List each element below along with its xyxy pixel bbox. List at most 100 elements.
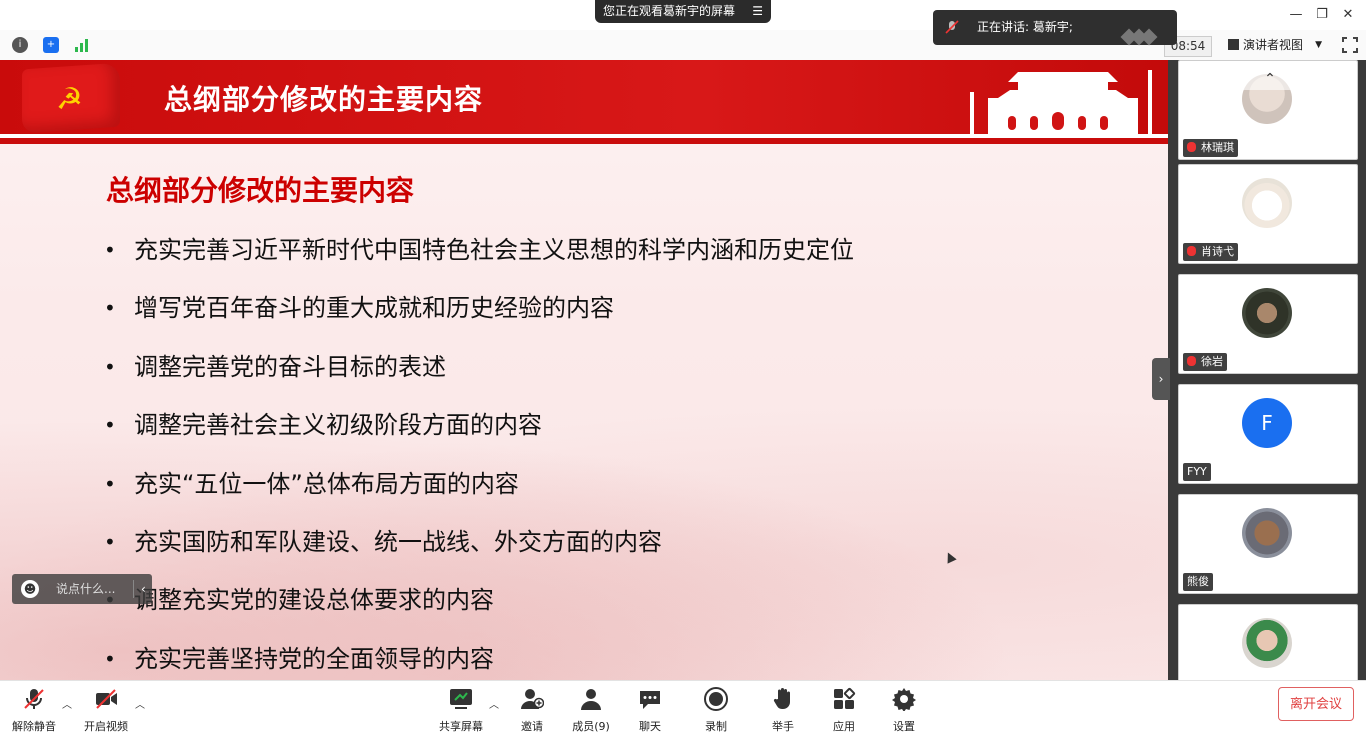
- collapse-panel-button[interactable]: ›: [1152, 358, 1170, 400]
- record-label: 录制: [705, 720, 727, 733]
- bullet-item: 调整完善党的奋斗目标的表述: [104, 349, 854, 407]
- avatar: [1242, 508, 1292, 558]
- bullet-item: 充实国防和军队建设、统一战线、外交方面的内容: [104, 524, 854, 582]
- participant-name: FYY: [1187, 465, 1207, 478]
- meeting-controls: 解除静音 ︿ 开启视频 ︿ 共享屏幕 ︿ 邀请 成员(9) 聊天 录制 举手 应…: [0, 680, 1366, 733]
- share-screen-button[interactable]: 共享屏幕: [433, 685, 489, 733]
- participant-name: 徐岩: [1201, 355, 1223, 368]
- bullet-item: 充实完善习近平新时代中国特色社会主义思想的科学内涵和历史定位: [104, 232, 854, 290]
- invite-label: 邀请: [521, 720, 543, 733]
- settings-button[interactable]: 设置: [876, 685, 932, 733]
- participant-name: 肖诗弋: [1201, 245, 1234, 258]
- invite-button[interactable]: 邀请: [504, 685, 560, 733]
- fullscreen-icon[interactable]: [1342, 37, 1358, 53]
- hand-icon: [773, 688, 790, 709]
- speaker-indicator: 正在讲话: 葛新宇;: [933, 10, 1177, 46]
- chevron-down-icon: ▼: [1315, 40, 1322, 50]
- chevron-up-icon[interactable]: ︿: [135, 696, 145, 711]
- slide-subtitle: 总纲部分修改的主要内容: [106, 174, 415, 207]
- muted-mic-icon: [1187, 142, 1196, 152]
- shared-screen: ☭ 总纲部分修改的主要内容 总纲部分修改的主要内容 充实完善习近平新时代中国特色…: [0, 60, 1168, 680]
- viewing-banner[interactable]: 您正在观看葛新宇的屏幕 ☰: [595, 0, 771, 23]
- avatar: [1242, 288, 1292, 338]
- participant-tile[interactable]: 熊俊: [1178, 494, 1358, 594]
- participant-tile[interactable]: F FYY: [1178, 384, 1358, 484]
- bullet-item: 充实完善坚持党的全面领导的内容: [104, 641, 854, 680]
- chevron-up-icon[interactable]: ︿: [62, 696, 72, 711]
- slide-header-title: 总纲部分修改的主要内容: [164, 83, 484, 116]
- start-video-button[interactable]: 开启视频: [78, 685, 134, 733]
- chevron-left-icon[interactable]: ‹: [141, 574, 146, 604]
- view-label: 演讲者视图: [1243, 38, 1304, 52]
- members-label: 成员(9): [572, 720, 610, 733]
- bullet-item: 增写党百年奋斗的重大成就和历史经验的内容: [104, 290, 854, 348]
- divider: [133, 580, 134, 598]
- signal-icon[interactable]: [74, 37, 90, 53]
- shield-icon[interactable]: +: [43, 37, 59, 53]
- muted-mic-icon: [1187, 356, 1196, 366]
- participant-name-tag: FYY: [1183, 463, 1211, 481]
- avatar: [1242, 618, 1292, 668]
- chat-label: 聊天: [639, 720, 661, 733]
- members-button[interactable]: 成员(9): [563, 685, 619, 733]
- muted-mic-icon: [945, 20, 959, 34]
- muted-mic-icon: [24, 689, 44, 709]
- participant-tile[interactable]: 肖诗弋: [1178, 164, 1358, 264]
- hammer-sickle-icon: ☭: [56, 82, 83, 117]
- minimize-icon[interactable]: —: [1284, 5, 1308, 25]
- chevron-up-icon[interactable]: ︿: [489, 696, 499, 711]
- participant-name-tag: 徐岩: [1183, 353, 1227, 371]
- participant-tile[interactable]: 徐岩: [1178, 274, 1358, 374]
- start-video-label: 开启视频: [84, 720, 128, 733]
- raise-hand-button[interactable]: 举手: [755, 685, 811, 733]
- avatar: [1242, 178, 1292, 228]
- record-icon: [704, 687, 728, 711]
- participant-panel[interactable]: 林瑞琪 肖诗弋 徐岩 F FYY 熊俊: [1168, 60, 1366, 680]
- close-icon[interactable]: ✕: [1336, 5, 1360, 25]
- header-divider-red: [0, 138, 1168, 144]
- menu-icon[interactable]: ☰: [752, 0, 763, 23]
- participant-name: 林瑞琪: [1201, 141, 1234, 154]
- info-icon[interactable]: i: [12, 37, 28, 53]
- participant-name-tag: 林瑞琪: [1183, 139, 1238, 157]
- add-user-icon: [521, 689, 545, 709]
- apps-button[interactable]: 应用: [816, 685, 872, 733]
- chat-icon: [640, 691, 660, 709]
- apps-label: 应用: [833, 720, 855, 733]
- scroll-up-icon[interactable]: ⌃: [1234, 68, 1306, 90]
- layout-icon: [1228, 39, 1239, 50]
- avatar: F: [1242, 398, 1292, 448]
- voice-wave-icon: [1120, 22, 1158, 57]
- record-button[interactable]: 录制: [688, 685, 744, 733]
- chat-input-bar[interactable]: ☻ 说点什么... ‹: [12, 574, 152, 604]
- gear-icon: [892, 688, 916, 712]
- restore-icon[interactable]: ❐: [1310, 5, 1334, 25]
- unmute-label: 解除静音: [12, 720, 56, 733]
- slide-header: ☭ 总纲部分修改的主要内容: [0, 60, 1168, 134]
- users-icon: [581, 689, 601, 710]
- participant-tile[interactable]: [1178, 604, 1358, 680]
- viewing-banner-text: 您正在观看葛新宇的屏幕: [603, 4, 736, 18]
- raise-hand-label: 举手: [772, 720, 794, 733]
- share-screen-icon: [450, 689, 472, 709]
- share-screen-label: 共享屏幕: [439, 720, 483, 733]
- leave-meeting-button[interactable]: 离开会议: [1278, 687, 1354, 721]
- chat-button[interactable]: 聊天: [622, 685, 678, 733]
- view-switch-button[interactable]: 演讲者视图 ▼: [1222, 35, 1330, 56]
- participant-name-tag: 肖诗弋: [1183, 243, 1238, 261]
- tiananmen-gate-icon: [970, 70, 1152, 134]
- apps-icon: [834, 687, 856, 709]
- bullet-item: 调整完善社会主义初级阶段方面的内容: [104, 407, 854, 465]
- bullet-item: 调整充实党的建设总体要求的内容: [104, 582, 854, 640]
- bullet-item: 充实“五位一体”总体布局方面的内容: [104, 466, 854, 524]
- settings-label: 设置: [893, 720, 915, 733]
- muted-mic-icon: [1187, 246, 1196, 256]
- participant-name: 熊俊: [1187, 575, 1209, 588]
- unmute-button[interactable]: 解除静音: [6, 685, 62, 733]
- bullet-list: 充实完善习近平新时代中国特色社会主义思想的科学内涵和历史定位 增写党百年奋斗的重…: [104, 232, 854, 680]
- chat-placeholder[interactable]: 说点什么...: [56, 574, 115, 604]
- participant-name-tag: 熊俊: [1183, 573, 1213, 591]
- video-off-icon: [96, 689, 117, 709]
- emoji-icon[interactable]: ☻: [21, 580, 39, 598]
- speaker-text: 正在讲话: 葛新宇;: [977, 20, 1073, 34]
